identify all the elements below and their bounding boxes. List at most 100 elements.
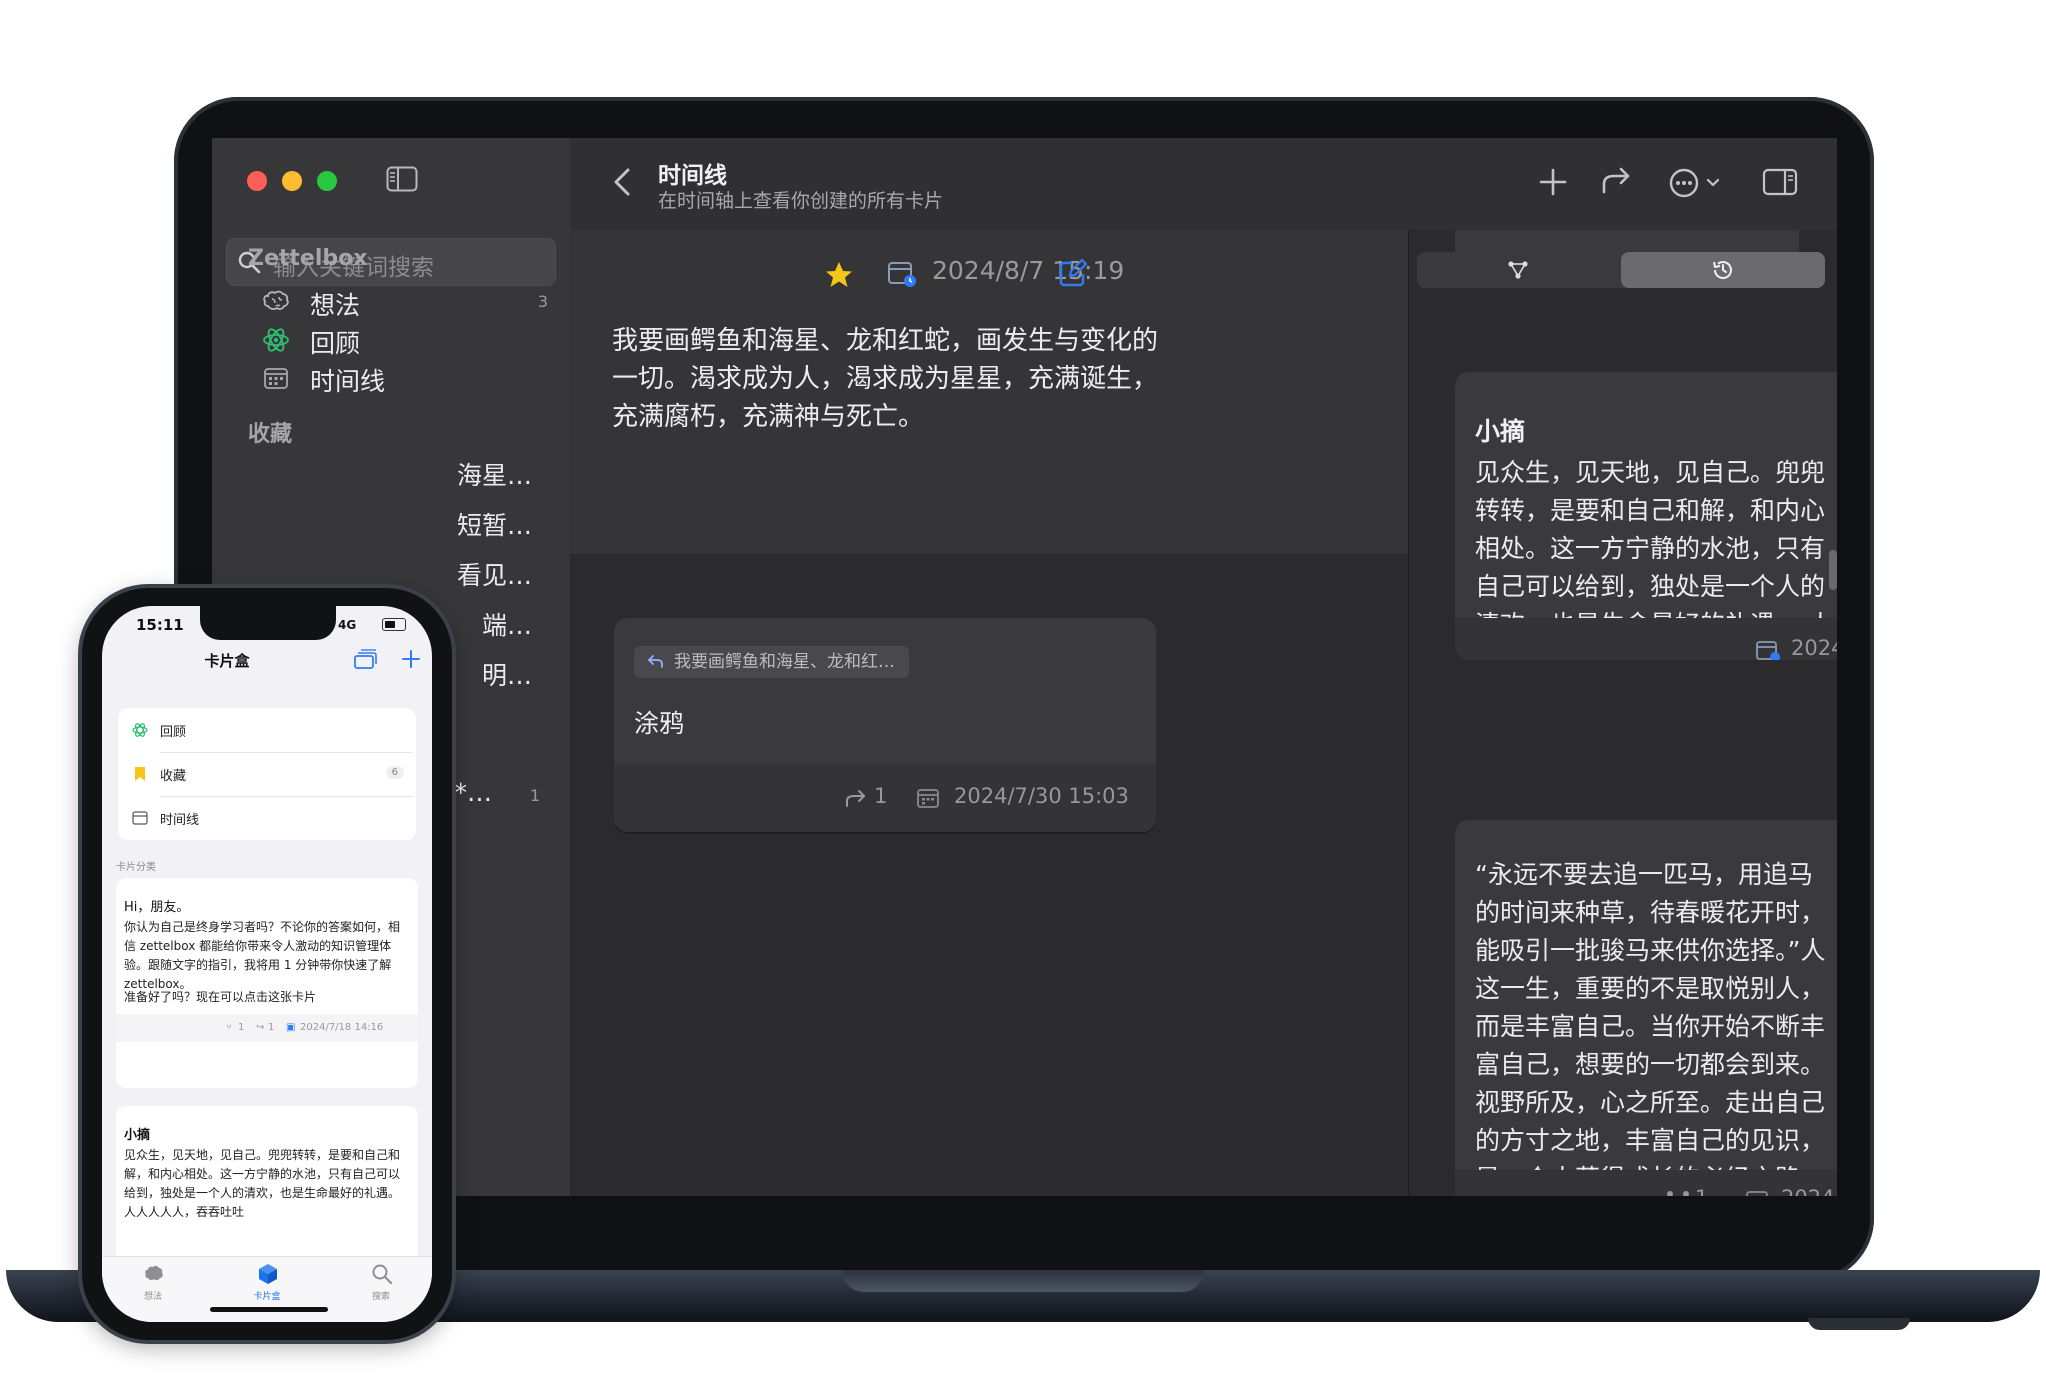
add-card-button[interactable]	[1538, 162, 1568, 202]
calendar-clock-icon	[888, 262, 916, 287]
sidebar-item-label: 回顾	[310, 329, 361, 358]
card-footer: 1 2024/7/30 15:03	[614, 764, 1156, 832]
reply-icon[interactable]	[1600, 162, 1634, 202]
card-title: 涂鸦	[634, 709, 685, 738]
card-content[interactable]: 我要画鳄鱼和海星、龙和红蛇，画发生与变化的一切。渴求成为人，渴求成为星星，充满诞…	[612, 322, 1172, 436]
tab-history[interactable]	[1621, 252, 1825, 288]
link-graph-icon	[1667, 1191, 1689, 1196]
reply-count: 1	[874, 784, 888, 808]
battery-icon	[382, 618, 406, 631]
calendar-icon	[264, 368, 288, 389]
favorite-item[interactable]: 短暂…	[212, 506, 532, 546]
card-date: 2024/7/18 9:33	[1791, 636, 1837, 660]
reply-icon: ↪	[256, 1022, 265, 1033]
tab-ideas[interactable]: 想法	[108, 1263, 198, 1307]
calendar-clock-icon	[1756, 641, 1780, 660]
sidebar-item-count: 3	[537, 292, 548, 311]
link-count: 1	[1695, 1186, 1708, 1196]
card-footer: ⑂ 1 ↪ 1 ▣ 2024/7/18 14:16	[116, 1014, 418, 1042]
add-button[interactable]	[400, 648, 422, 670]
star-icon[interactable]	[824, 260, 854, 290]
reply-back-icon	[648, 655, 663, 668]
sidebar-item-label: 想法	[310, 291, 361, 320]
calendar-icon	[917, 789, 939, 808]
favorite-item[interactable]: 海星…	[212, 456, 532, 496]
tab-label: 想法	[143, 1292, 162, 1302]
linked-card[interactable]: 我要画鳄鱼和海星、龙和红… 涂鸦 1 2024/7/30 15:03	[614, 618, 1156, 832]
sidebar-section-title: Zettelbox	[248, 246, 368, 271]
cube-icon	[259, 1264, 277, 1284]
card[interactable]: 小摘 见众生，见天地，见自己。兜兜转转，是要和自己和解，和内心相处。这一方宁静的…	[116, 1106, 418, 1276]
timeline-pane: 小摘 见众生，见天地，见自己。兜兜转转，是要和自己和解，和内心相处。这一方宁静的…	[1408, 230, 1837, 1196]
menu-item-timeline[interactable]: 时间线	[118, 796, 416, 840]
reference-chip[interactable]: 我要画鳄鱼和海星、龙和红…	[634, 646, 909, 678]
favorites-section-title: 收藏	[248, 422, 293, 447]
minimize-window-button[interactable]	[282, 171, 302, 191]
link-count: 1	[238, 1022, 245, 1033]
sidebar-item-ideas[interactable]: 想法 3	[252, 282, 552, 322]
card-date: 2024/7/15 18:09	[1781, 1186, 1837, 1196]
reply-count: 1	[268, 1022, 275, 1033]
card-detail: 2024/8/7 15:19 我要画鳄鱼和海星、龙和红蛇，画发生与变化的一切。渴…	[570, 230, 1408, 554]
close-window-button[interactable]	[247, 171, 267, 191]
card-date: 2024/8/7 15:19	[932, 256, 1125, 285]
laptop-screen: 输入关键词搜索 Zettelbox 想法 3 回顾 时间线 收藏 海星… 短暂……	[212, 138, 1837, 1196]
atom-icon	[263, 328, 289, 352]
cards-stack-icon[interactable]	[352, 648, 378, 670]
search-icon	[372, 1264, 393, 1285]
card-content: 见众生，见天地，见自己。兜兜转转，是要和自己和解，和内心相处。这一方宁静的水池，…	[124, 1148, 401, 1219]
status-time: 15:11	[136, 616, 184, 634]
card-date: 2024/7/18 14:16	[300, 1022, 384, 1033]
more-menu-button[interactable]	[1668, 162, 1728, 202]
timeline-card[interactable]: “永远不要去追一匹马，用追马的时间来种草，待春暖花开时，能吸引一批骏马来供你选择…	[1455, 820, 1837, 1196]
card-content-2: 准备好了吗？现在可以点击这张卡片	[124, 990, 317, 1004]
zoom-window-button[interactable]	[317, 171, 337, 191]
menu-item-count: 6	[385, 766, 404, 779]
reply-icon	[846, 790, 865, 807]
sidebar-item-review[interactable]: 回顾	[252, 320, 552, 360]
card-content: 你认为自己是终身学习者吗？不论你的答案如何，相信 zettelbox 都能给你带…	[124, 920, 401, 991]
calendar-icon: ▣	[286, 1022, 296, 1033]
tab-label: 搜索	[371, 1292, 390, 1302]
bookmark-icon	[135, 767, 145, 781]
sidebar-item-timeline[interactable]: 时间线	[252, 358, 552, 398]
card[interactable]: Hi，朋友。 你认为自己是终身学习者吗？不论你的答案如何，相信 zettelbo…	[116, 878, 418, 1088]
card-detail-pane: 2024/8/7 15:19 我要画鳄鱼和海星、龙和红蛇，画发生与变化的一切。渴…	[570, 230, 1408, 1196]
favorite-item-count: 1	[530, 786, 541, 805]
brain-icon	[263, 290, 289, 310]
tab-search[interactable]: 搜索	[336, 1263, 426, 1307]
card-content: “永远不要去追一匹马，用追马的时间来种草，待春暖花开时，能吸引一批骏马来供你选择…	[1475, 860, 1826, 1193]
menu-item-review[interactable]: 回顾	[118, 708, 416, 752]
toolbar: 时间线 在时间轴上查看你创建的所有卡片	[570, 138, 1837, 231]
atom-icon	[132, 723, 148, 737]
tab-card-box[interactable]: 卡片盒	[222, 1263, 312, 1307]
timeline-card[interactable]: 小摘 见众生，见天地，见自己。兜兜转转，是要和自己和解，和内心相处。这一方宁静的…	[1455, 372, 1837, 660]
menu-item-favorites[interactable]: 收藏 6	[118, 752, 416, 796]
link-graph-icon: ⑂	[226, 1022, 232, 1033]
card-title: Hi，朋友。	[124, 900, 190, 915]
laptop-foot	[1808, 1318, 1910, 1330]
edit-icon[interactable]	[1058, 258, 1088, 288]
section-title: 卡片分类	[116, 862, 156, 873]
home-indicator	[210, 1307, 328, 1312]
back-button[interactable]	[606, 162, 640, 202]
status-network: 4G	[338, 618, 357, 632]
card-title: 小摘	[1475, 417, 1526, 446]
card-footer: 1 2024/7/15 18:09	[1455, 1170, 1837, 1196]
tab-graph[interactable]	[1417, 252, 1621, 288]
tab-label: 卡片盒	[253, 1292, 281, 1302]
scrollbar-thumb[interactable]	[1829, 550, 1837, 590]
sidebar-toggle-icon[interactable]	[386, 166, 418, 192]
sidebar-item-label: 时间线	[310, 367, 386, 396]
page-title: 卡片盒	[204, 652, 250, 670]
card-date: 2024/7/30 15:03	[954, 784, 1129, 808]
inspector-toggle-icon[interactable]	[1762, 162, 1798, 202]
brain-icon	[145, 1265, 163, 1281]
menu-item-label: 收藏	[160, 769, 187, 784]
graph-icon	[1508, 261, 1528, 279]
reference-text: 我要画鳄鱼和海星、龙和红…	[674, 652, 895, 672]
menu-item-label: 时间线	[160, 813, 200, 828]
calendar-icon	[132, 811, 148, 825]
page-subtitle: 在时间轴上查看你创建的所有卡片	[658, 190, 944, 212]
dynamic-island	[200, 606, 336, 640]
